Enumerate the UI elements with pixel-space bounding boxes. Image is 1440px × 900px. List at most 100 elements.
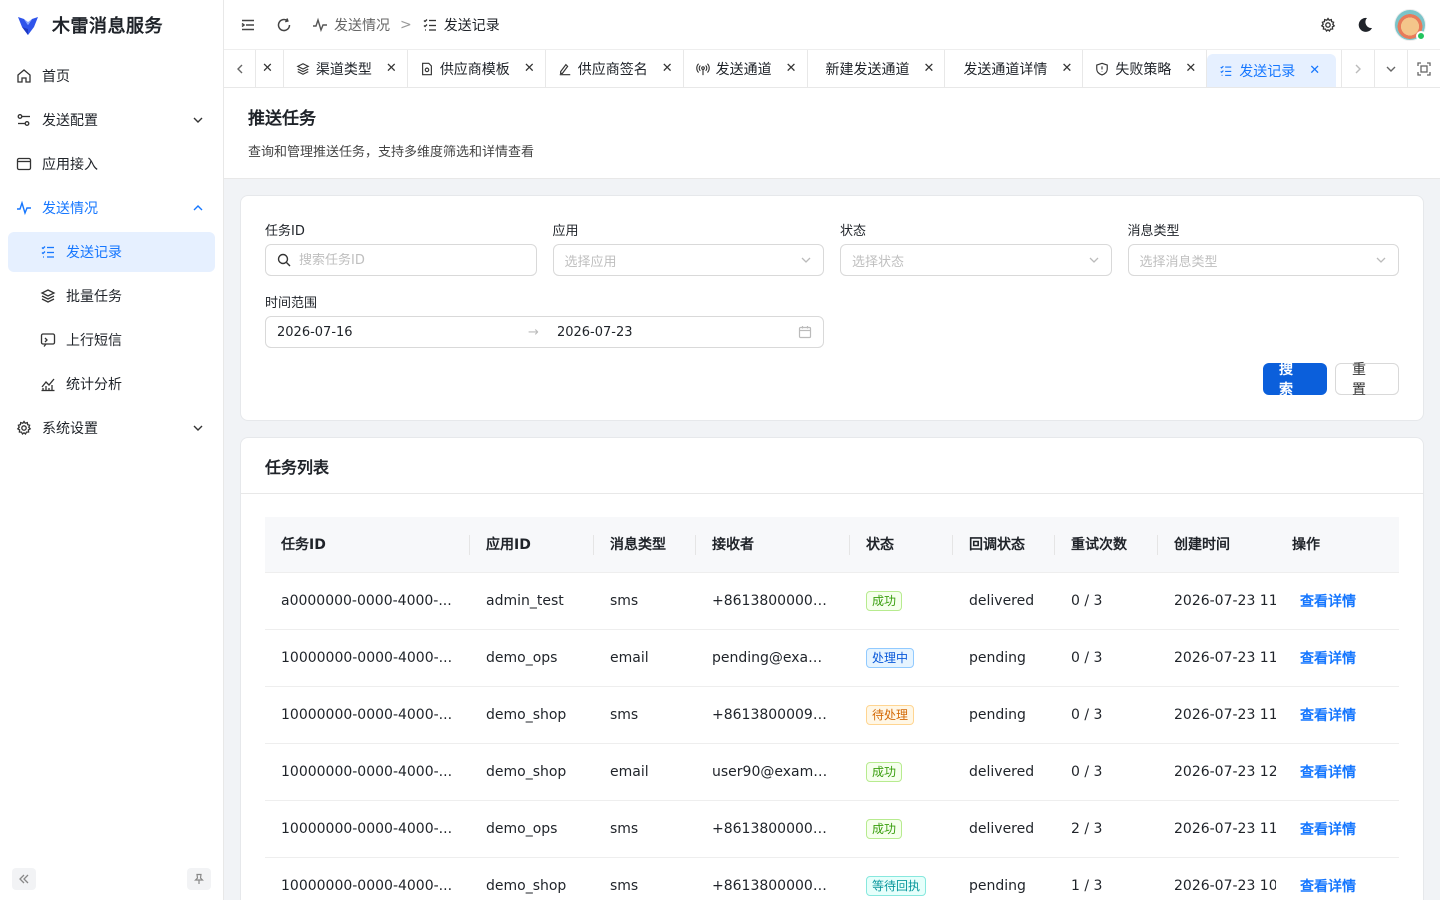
tabs-scroll-right-button[interactable] (1341, 50, 1374, 87)
cell-app-id: demo_ops (470, 800, 594, 858)
task-list-title: 任务列表 (241, 438, 1423, 494)
close-icon[interactable]: ✕ (524, 61, 535, 76)
task-id-input[interactable] (299, 252, 525, 268)
sliders-icon (17, 114, 30, 126)
view-detail-link[interactable]: 查看详情 (1292, 594, 1356, 610)
brand[interactable]: 木雷消息服务 (0, 0, 223, 50)
sidebar-item-batch-tasks[interactable]: 批量任务 (8, 276, 215, 316)
date-range-start[interactable]: 2026-07-16 (277, 325, 510, 340)
column-header: 接收者 (696, 517, 850, 573)
refresh-icon[interactable] (276, 17, 292, 33)
avatar[interactable] (1394, 9, 1426, 41)
status-select[interactable]: 选择状态 (840, 244, 1112, 276)
sidebar-item-app-access[interactable]: 应用接入 (8, 144, 215, 184)
chevron-down-icon (193, 117, 203, 123)
tab-new-send-channel[interactable]: 新建发送通道 ✕ (808, 50, 946, 87)
app-name: 木雷消息服务 (52, 16, 163, 37)
activity-icon (313, 17, 327, 32)
fullscreen-button[interactable] (1407, 50, 1440, 87)
close-icon[interactable]: ✕ (1309, 63, 1320, 78)
tab-label: 发送记录 (1239, 63, 1296, 80)
date-range-end[interactable]: 2026-07-23 (557, 325, 790, 340)
view-detail-link[interactable]: 查看详情 (1292, 765, 1356, 781)
tab-send-channels[interactable]: 发送通道 ✕ (684, 50, 808, 87)
cell-callback-status: pending (953, 629, 1055, 687)
close-icon[interactable]: ✕ (786, 61, 797, 76)
pin-sidebar-button[interactable] (187, 868, 211, 890)
tabs-scroll-left-button[interactable] (224, 50, 256, 87)
cell-app-id: demo_ops (470, 629, 594, 687)
sidebar-item-send-records[interactable]: 发送记录 (8, 232, 215, 272)
settings-icon[interactable] (1320, 17, 1336, 33)
moon-icon[interactable] (1356, 16, 1374, 34)
status-badge: 处理中 (866, 647, 915, 668)
reset-button[interactable]: 重置 (1335, 362, 1399, 398)
cell-action: 查看详情 (1276, 572, 1399, 630)
view-detail-link[interactable]: 查看详情 (1292, 879, 1356, 895)
cell-message-type: sms (594, 686, 696, 744)
date-range-picker[interactable]: 2026-07-16 → 2026-07-23 (265, 316, 824, 348)
view-detail-link[interactable]: 查看详情 (1292, 822, 1356, 838)
chart-line-icon (41, 378, 55, 392)
filter-label: 消息类型 (1127, 224, 1180, 239)
app-select-placeholder: 选择应用 (564, 254, 617, 270)
tab-vendor-templates[interactable]: 供应商模板 ✕ (408, 50, 546, 87)
list-check-icon (41, 246, 54, 258)
tab-channel-types[interactable]: 渠道类型 ✕ (284, 50, 408, 87)
cell-app-id: demo_shop (470, 857, 594, 900)
tabs-dropdown-button[interactable] (1374, 50, 1407, 87)
window-icon (16, 157, 32, 171)
cell-action: 查看详情 (1276, 857, 1399, 900)
sidebar-item-label: 批量任务 (66, 289, 122, 305)
column-header: 回调状态 (953, 517, 1055, 573)
sidebar-item-home[interactable]: 首页 (8, 56, 215, 96)
tab-send-channel-detail[interactable]: 发送通道详情 ✕ (945, 50, 1084, 87)
cell-callback-status: delivered (953, 572, 1055, 630)
tab-failure-policy[interactable]: 失败策略 ✕ (1083, 50, 1208, 87)
close-icon[interactable]: ✕ (1185, 61, 1196, 76)
tab-label: 渠道类型 (315, 61, 372, 78)
close-icon[interactable]: ✕ (262, 61, 273, 76)
double-chevron-left-icon (19, 874, 29, 884)
view-detail-link[interactable]: 查看详情 (1292, 708, 1356, 724)
cell-created-time: 2026-07-23 11:3 (1158, 686, 1276, 744)
filter-form: 任务ID 应用 选择应用 状态 选择状态 (265, 220, 1399, 364)
cell-created-time: 2026-07-23 11:4 (1158, 629, 1276, 687)
cell-receiver: +8613800000088 (696, 857, 850, 900)
tab-send-records[interactable]: 发送记录 ✕ (1207, 54, 1337, 87)
close-icon[interactable]: ✕ (924, 61, 935, 76)
sidebar: 木雷消息服务 首页 发送配置 应用接入 发送情况 发送记录 批量任务 上行短信 … (0, 0, 224, 900)
page-header: 推送任务 查询和管理推送任务，支持多维度筛选和详情查看 (224, 88, 1440, 179)
message-type-select[interactable]: 选择消息类型 (1127, 244, 1399, 276)
close-icon[interactable]: ✕ (662, 61, 673, 76)
column-header: 应用ID (470, 517, 594, 573)
search-button[interactable]: 搜索 (1263, 362, 1327, 398)
sidebar-item-statistics[interactable]: 统计分析 (8, 364, 215, 404)
collapse-sidebar-button[interactable] (12, 868, 36, 890)
tabs-list: ✕ 渠道类型 ✕ 供应商模板 ✕ 供应商签名 ✕ 发送通道 ✕ 新建发送通道 ✕… (256, 50, 1341, 87)
sidebar-item-send-status[interactable]: 发送情况 (8, 188, 215, 228)
gear-icon (16, 420, 32, 435)
breadcrumb-item-send-records[interactable]: 发送记录 (422, 15, 500, 35)
cell-task-id: 10000000-0000-4000-... (265, 629, 470, 687)
close-icon[interactable]: ✕ (1061, 61, 1072, 76)
column-header: 重试次数 (1055, 517, 1158, 573)
app-select[interactable]: 选择应用 (552, 244, 824, 276)
breadcrumb-item-send-status[interactable]: 发送情况 (312, 15, 390, 35)
tab-partial[interactable]: ✕ (256, 50, 284, 87)
tab-label: 供应商模板 (439, 61, 510, 78)
online-status-dot (1416, 31, 1426, 41)
breadcrumb-label: 发送记录 (443, 17, 500, 34)
sidebar-item-send-config[interactable]: 发送配置 (8, 100, 215, 140)
menu-toggle-icon[interactable] (240, 17, 256, 33)
chevron-down-icon (801, 257, 811, 263)
table-header-row: 任务ID 应用ID 消息类型 接收者 状态 回调状态 重试次数 创建时间 操作 (265, 517, 1399, 573)
close-icon[interactable]: ✕ (386, 61, 397, 76)
view-detail-link[interactable]: 查看详情 (1292, 651, 1356, 667)
sidebar-item-system-settings[interactable]: 系统设置 (8, 408, 215, 448)
sidebar-item-uplink-sms[interactable]: 上行短信 (8, 320, 215, 360)
status-badge: 成功 (866, 761, 903, 782)
tab-vendor-signatures[interactable]: 供应商签名 ✕ (546, 50, 684, 87)
table-row: 10000000-0000-4000-... demo_ops sms +861… (265, 800, 1399, 858)
cell-created-time: 2026-07-23 11:0 (1158, 800, 1276, 858)
